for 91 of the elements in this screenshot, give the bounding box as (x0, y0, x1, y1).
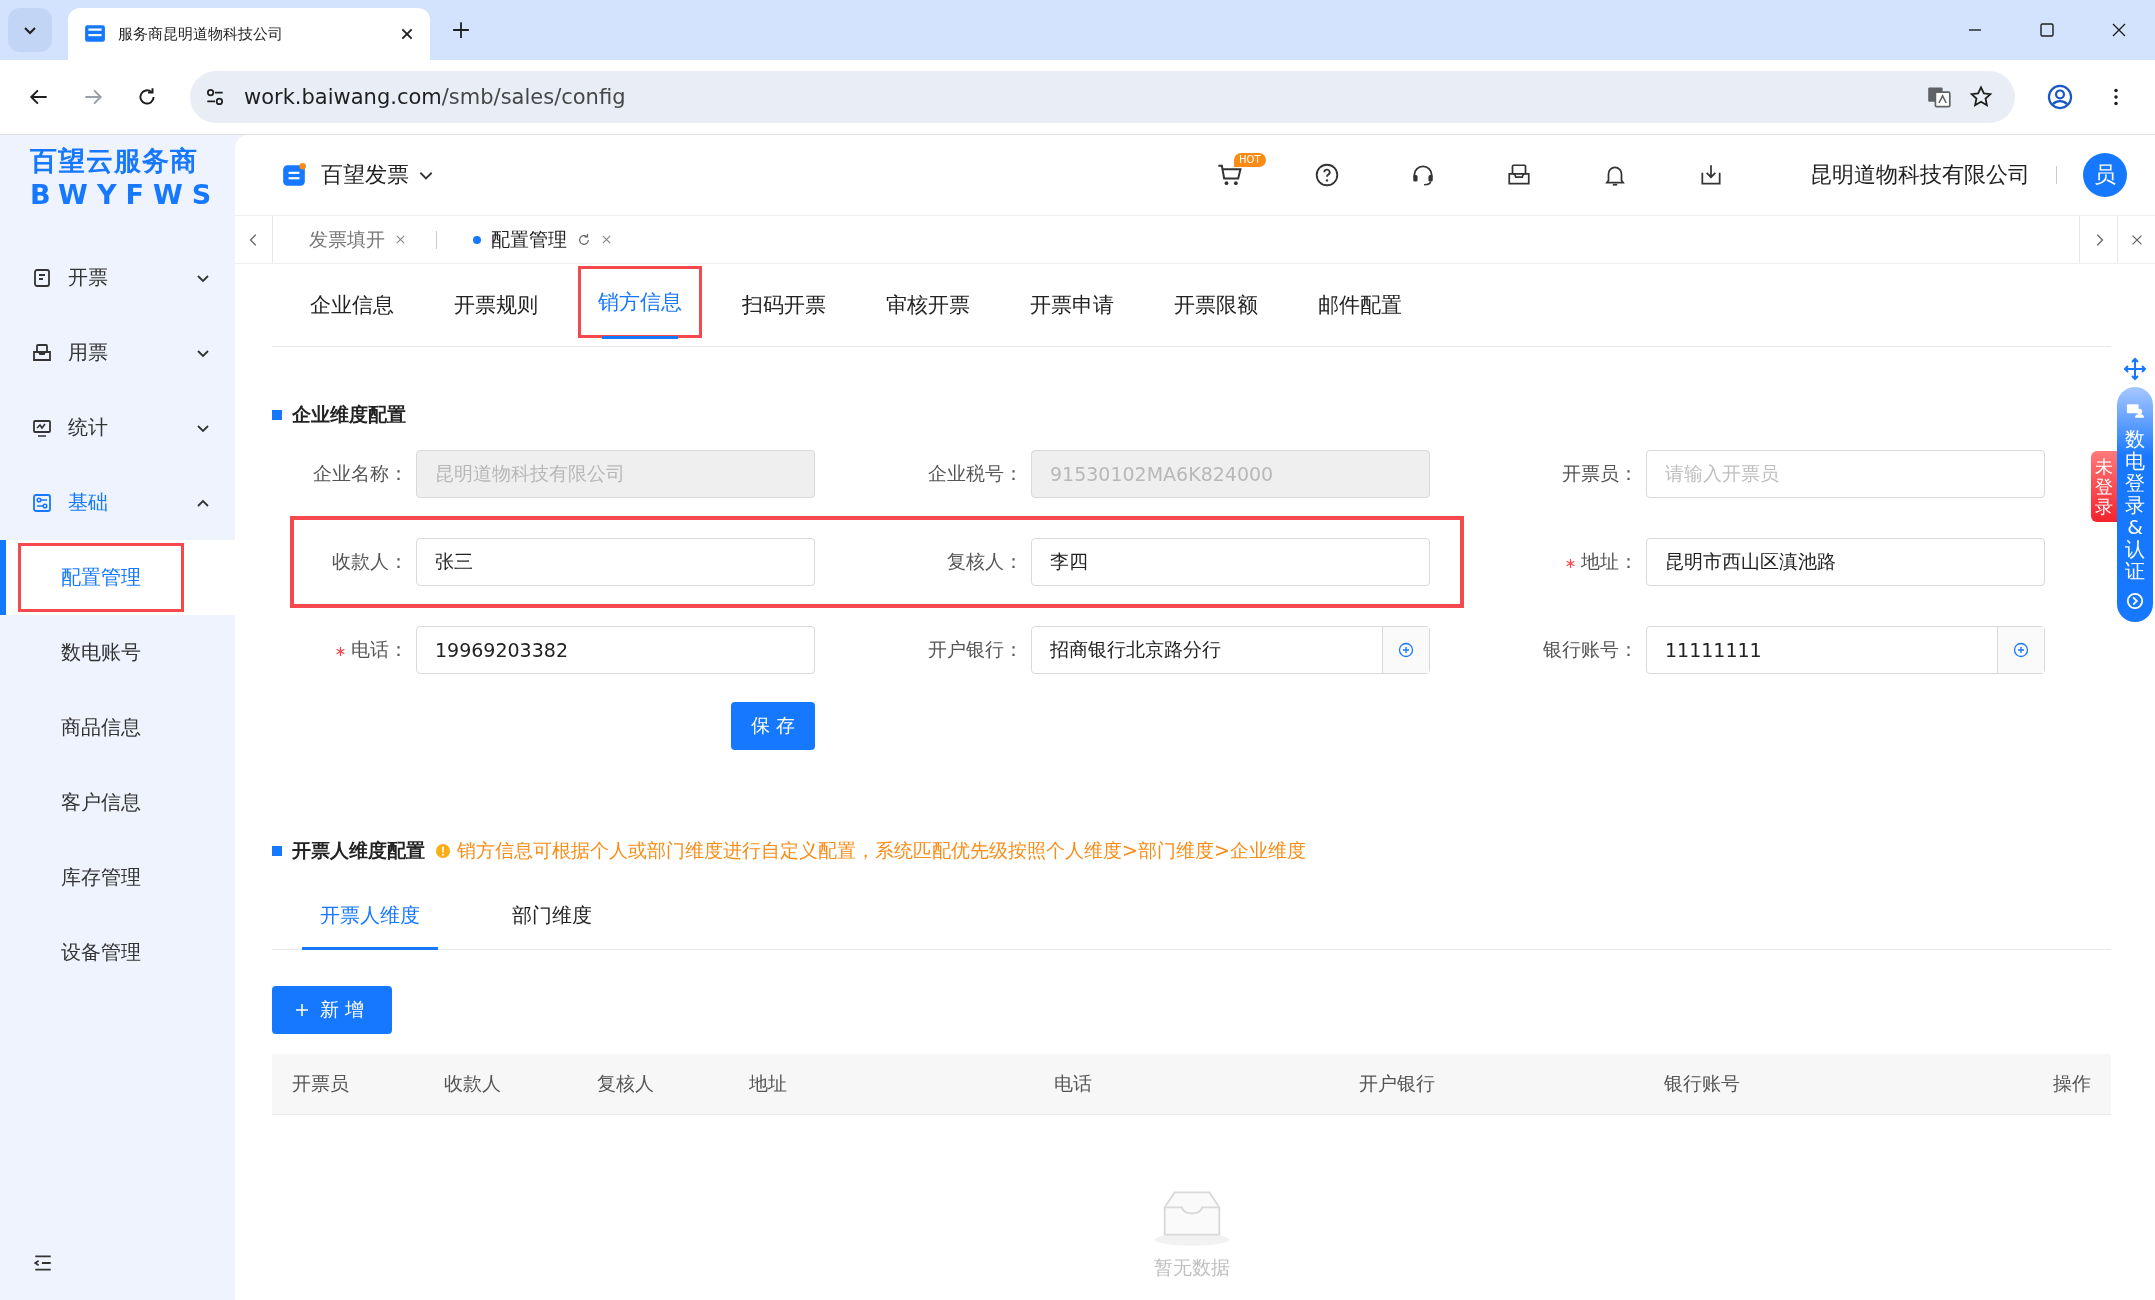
input-field[interactable]: 张三 (416, 538, 815, 586)
dimension-tab[interactable]: 部门维度 (494, 884, 610, 950)
config-tab[interactable]: 开票申请 (1010, 264, 1134, 346)
download-icon[interactable] (1698, 162, 1724, 188)
input-field[interactable]: 李四 (1031, 538, 1430, 586)
settings-panel-icon (32, 492, 52, 513)
hot-badge: HOT (1234, 153, 1266, 167)
active-dot-icon (473, 235, 481, 244)
browser-tab[interactable]: 服务商昆明道物科技公司 (68, 8, 430, 60)
field-label: 企业名称： (313, 462, 408, 484)
input-field[interactable]: 19969203382 (416, 626, 815, 674)
new-tab-icon[interactable] (452, 21, 470, 39)
inbox-icon[interactable] (1506, 162, 1532, 188)
profile-icon[interactable] (2047, 84, 2073, 110)
close-icon[interactable] (400, 27, 414, 41)
config-tab[interactable]: 扫码开票 (722, 264, 846, 346)
brand-name: 百望云服务商 (30, 144, 199, 178)
column-header: 电话 (1054, 1071, 1094, 1096)
menu-item[interactable]: 基础 (0, 465, 235, 540)
bookmark-star-icon[interactable] (1969, 85, 1993, 109)
config-tab[interactable]: 销方信息 (578, 266, 702, 338)
user-avatar[interactable]: 员 (2083, 153, 2127, 197)
monitor-chart-icon (32, 417, 52, 438)
config-tab[interactable]: 企业信息 (290, 264, 414, 346)
config-tab[interactable]: 开票规则 (434, 264, 558, 346)
move-icon[interactable] (2123, 357, 2147, 381)
submenu-item[interactable]: 库存管理 (0, 840, 235, 915)
menu-item[interactable]: 统计 (0, 390, 235, 465)
brand-letters: BWYFWS (30, 179, 222, 210)
required-asterisk-icon (336, 647, 345, 656)
column-header: 银行账号 (1664, 1071, 1742, 1096)
section-marker-icon (272, 410, 282, 420)
tab-title: 服务商昆明道物科技公司 (118, 24, 284, 44)
input-field[interactable]: 11111111 (1646, 626, 2045, 674)
input-field[interactable]: 招商银行北京路分行 (1031, 626, 1430, 674)
close-icon[interactable] (2111, 22, 2127, 38)
site-info-icon[interactable] (204, 86, 226, 108)
column-header: 地址 (749, 1071, 789, 1096)
field-label: 复核人： (947, 550, 1023, 572)
save-button[interactable]: 保存 (731, 702, 815, 750)
column-header: 开户银行 (1359, 1071, 1437, 1096)
maximize-icon[interactable] (2039, 22, 2055, 38)
menu-item[interactable]: 开票 (0, 240, 235, 315)
warning-icon (435, 843, 451, 859)
submenu-item[interactable]: 数电账号 (0, 615, 235, 690)
dimension-tab[interactable]: 开票人维度 (302, 884, 438, 950)
field-label: 收款人： (332, 550, 408, 572)
section-title: 开票人维度配置 (292, 838, 425, 863)
tray-icon (32, 342, 52, 363)
help-icon[interactable] (1314, 162, 1340, 188)
field-label: 开票员： (1562, 462, 1638, 484)
column-header: 操作 (2052, 1071, 2091, 1096)
required-asterisk-icon (1566, 559, 1575, 568)
notice-text: 销方信息可根据个人或部门维度进行自定义配置，系统匹配优先级按照个人维度>部门维度>企业维度 (457, 838, 1306, 863)
user-card-icon (2126, 403, 2144, 418)
empty-text: 暂无数据 (1153, 1255, 1230, 1280)
document-icon (32, 267, 52, 288)
invoice-app-icon (281, 162, 307, 188)
arrow-circle-icon (2126, 592, 2144, 610)
company-name: 昆明道物科技有限公司 (1810, 161, 2030, 189)
plus-icon (294, 1002, 310, 1018)
section-marker-icon (272, 846, 282, 856)
login-widget[interactable]: 数电登录&认证 (2117, 387, 2153, 622)
field-label: 地址： (1581, 550, 1638, 572)
status-tag: 未登录 (2091, 451, 2117, 523)
address-bar[interactable]: work.baiwang.com/smb/sales/config (190, 71, 2015, 123)
menu-item[interactable]: 用票 (0, 315, 235, 390)
translate-icon[interactable] (1927, 85, 1951, 109)
url-text: work.baiwang.com/smb/sales/config (244, 85, 626, 109)
add-button[interactable]: 新增 (272, 986, 392, 1034)
field-label: 开户银行： (928, 638, 1023, 660)
field-label: 银行账号： (1543, 638, 1638, 660)
input-field[interactable]: 昆明市西山区滇池路 (1646, 538, 2045, 586)
column-header: 收款人 (444, 1071, 503, 1096)
refresh-icon[interactable] (577, 232, 591, 247)
field-label: 企业税号： (928, 462, 1023, 484)
field-label: 电话： (351, 638, 408, 660)
config-tab[interactable]: 开票限额 (1154, 264, 1278, 346)
submenu-item[interactable]: 配置管理 (0, 540, 235, 615)
section-title: 企业维度配置 (292, 402, 406, 427)
page-tab[interactable]: 发票填开 (273, 226, 436, 253)
submenu-item[interactable]: 商品信息 (0, 690, 235, 765)
site-logo-icon (84, 23, 106, 45)
column-header: 复核人 (596, 1071, 655, 1096)
submenu-item[interactable]: 客户信息 (0, 765, 235, 840)
submenu-item[interactable]: 设备管理 (0, 915, 235, 990)
config-tab[interactable]: 审核开票 (866, 264, 990, 346)
app-switcher[interactable]: 百望发票 (321, 160, 435, 190)
column-header: 开票员 (292, 1071, 350, 1096)
page-tab[interactable]: 配置管理 (437, 226, 642, 253)
config-tab[interactable]: 邮件配置 (1298, 264, 1422, 346)
